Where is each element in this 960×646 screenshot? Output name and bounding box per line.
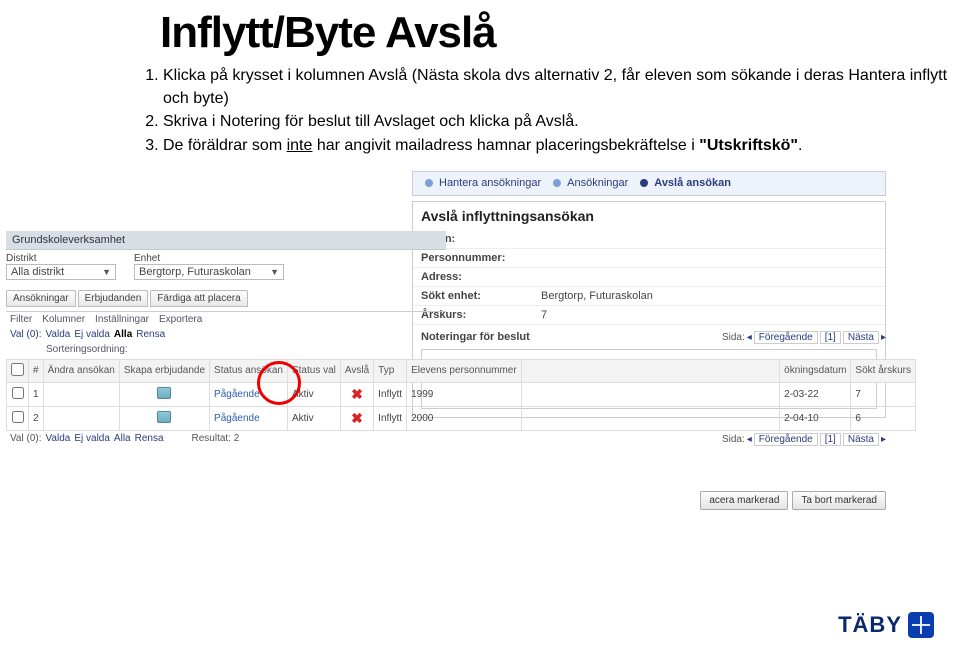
cell-status-app[interactable]: Pågående [214, 389, 260, 400]
col-num[interactable]: # [29, 359, 44, 382]
taby-logo: TÄBY [838, 612, 934, 638]
col-edit[interactable]: Ändra ansökan [43, 359, 119, 382]
create-offer-icon[interactable] [157, 411, 171, 423]
tab-applications[interactable]: Ansökningar [6, 290, 76, 307]
breadcrumb-item-current[interactable]: Avslå ansökan [640, 177, 731, 189]
pager-page[interactable]: [1] [820, 433, 841, 446]
col-reject[interactable]: Avslå [340, 359, 373, 382]
subtab-export[interactable]: Exportera [159, 314, 202, 325]
cell-date: 2-03-22 [780, 382, 851, 406]
applications-table: # Ändra ansökan Skapa erbjudande Status … [6, 359, 916, 431]
instruction-2: Skriva i Notering för beslut till Avslag… [163, 110, 960, 133]
select-alla[interactable]: Alla [114, 433, 131, 444]
selection-row: Val (0): Valda Ej valda Alla Rensa [6, 327, 446, 342]
create-offer-icon[interactable] [157, 387, 171, 399]
select-valda[interactable]: Valda [46, 329, 71, 340]
result-count: Resultat: 2 [192, 433, 240, 444]
unit-label: Enhet [134, 253, 284, 264]
pager-next[interactable]: Nästa [843, 433, 879, 446]
pager-label: Sida: [722, 434, 745, 445]
pager-prev[interactable]: Föregående [754, 433, 818, 446]
highlight-circle [257, 361, 301, 405]
field-value: 7 [541, 309, 547, 321]
selection-count: Val (0): [10, 329, 42, 340]
section-label: Grundskoleverksamhet [6, 231, 446, 250]
remove-marked-button[interactable]: Ta bort markerad [792, 491, 886, 510]
row-checkbox[interactable] [12, 411, 24, 423]
select-valda[interactable]: Valda [46, 433, 71, 444]
sub-tabs: Filter Kolumner Inställningar Exportera [6, 311, 446, 327]
cell-pnr: 1999 [407, 382, 522, 406]
checkbox-all[interactable] [11, 363, 24, 376]
field-value: Bergtorp, Futuraskolan [541, 290, 653, 302]
select-alla[interactable]: Alla [114, 329, 132, 340]
cell-pnr: 2000 [407, 406, 522, 430]
logo-text: TÄBY [838, 612, 902, 638]
screenshot-reproduction: Hantera ansökningar Ansökningar Avslå an… [6, 171, 946, 511]
col-arskurs[interactable]: Sökt årskurs [851, 359, 916, 382]
table-row: 2 Pågående Aktiv ✖ Inflytt 2000 2-04-10 … [7, 406, 916, 430]
instruction-1: Klicka på krysset i kolumnen Avslå (Näst… [163, 64, 960, 110]
chevron-down-icon: ▼ [270, 267, 279, 277]
col-type[interactable]: Typ [374, 359, 407, 382]
col-create-offer[interactable]: Skapa erbjudande [119, 359, 209, 382]
col-checkbox [7, 359, 29, 382]
select-ejvalda[interactable]: Ej valda [74, 329, 110, 340]
reject-x-icon[interactable]: ✖ [351, 386, 363, 402]
district-label: Distrikt [6, 253, 116, 264]
pager-prev[interactable]: Föregående [754, 331, 818, 344]
reject-x-icon[interactable]: ✖ [351, 410, 363, 426]
district-dropdown[interactable]: Alla distrikt▼ [6, 264, 116, 280]
instruction-3: De föräldrar som inte har angivit mailad… [163, 134, 960, 157]
cell-status-app[interactable]: Pågående [214, 413, 260, 424]
row-checkbox[interactable] [12, 387, 24, 399]
col-pnr[interactable]: Elevens personnummer [407, 359, 522, 382]
cell-arskurs: 7 [851, 382, 916, 406]
table-row: 1 Pågående Aktiv ✖ Inflytt 1999 2-03-22 … [7, 382, 916, 406]
result-row: Val (0): Valda Ej valda Alla Rensa Resul… [6, 431, 446, 446]
subtab-filter[interactable]: Filter [10, 314, 32, 325]
main-tabs: Ansökningar Erbjudanden Färdiga att plac… [6, 290, 446, 307]
cell-num: 1 [29, 382, 44, 406]
cell-type: Inflytt [374, 382, 407, 406]
tab-offers[interactable]: Erbjudanden [78, 290, 149, 307]
bullet-icon [640, 179, 648, 187]
cell-num: 2 [29, 406, 44, 430]
chevron-down-icon: ▼ [102, 267, 111, 277]
cell-date: 2-04-10 [780, 406, 851, 430]
select-rensa[interactable]: Rensa [136, 329, 165, 340]
cell-arskurs: 6 [851, 406, 916, 430]
pager-next[interactable]: Nästa [843, 331, 879, 344]
cell-status-val: Aktiv [287, 406, 340, 430]
unit-dropdown[interactable]: Bergtorp, Futuraskolan▼ [134, 264, 284, 280]
pager-bottom: Sida: ◂ Föregående [1] Nästa ▸ [722, 433, 886, 446]
breadcrumb: Hantera ansökningar Ansökningar Avslå an… [412, 171, 886, 196]
breadcrumb-item[interactable]: Ansökningar [553, 177, 628, 189]
select-rensa[interactable]: Rensa [135, 433, 164, 444]
pager-label: Sida: [722, 332, 745, 343]
sort-order-label: Sorteringsordning: [6, 342, 446, 357]
breadcrumb-item[interactable]: Hantera ansökningar [425, 177, 541, 189]
col-date[interactable]: ökningsdatum [780, 359, 851, 382]
page-title: Inflytt/Byte Avslå [160, 8, 960, 58]
subtab-columns[interactable]: Kolumner [42, 314, 85, 325]
subtab-settings[interactable]: Inställningar [95, 314, 149, 325]
instructions-list: Klicka på krysset i kolumnen Avslå (Näst… [135, 64, 960, 157]
pager-top: Sida: ◂ Föregående [1] Nästa ▸ [722, 331, 886, 344]
tab-ready[interactable]: Färdiga att placera [150, 290, 247, 307]
bottom-buttons: acera markerad Ta bort markerad [700, 491, 886, 510]
panel-title: Avslå inflyttningsansökan [413, 202, 885, 230]
cell-type: Inflytt [374, 406, 407, 430]
bullet-icon [553, 179, 561, 187]
filter-area: Grundskoleverksamhet Distrikt Alla distr… [6, 231, 446, 446]
selection-count-bottom: Val (0): [10, 433, 42, 444]
select-ejvalda[interactable]: Ej valda [74, 433, 110, 444]
shield-icon [908, 612, 934, 638]
place-marked-button[interactable]: acera markerad [700, 491, 788, 510]
pager-page[interactable]: [1] [820, 331, 841, 344]
bullet-icon [425, 179, 433, 187]
